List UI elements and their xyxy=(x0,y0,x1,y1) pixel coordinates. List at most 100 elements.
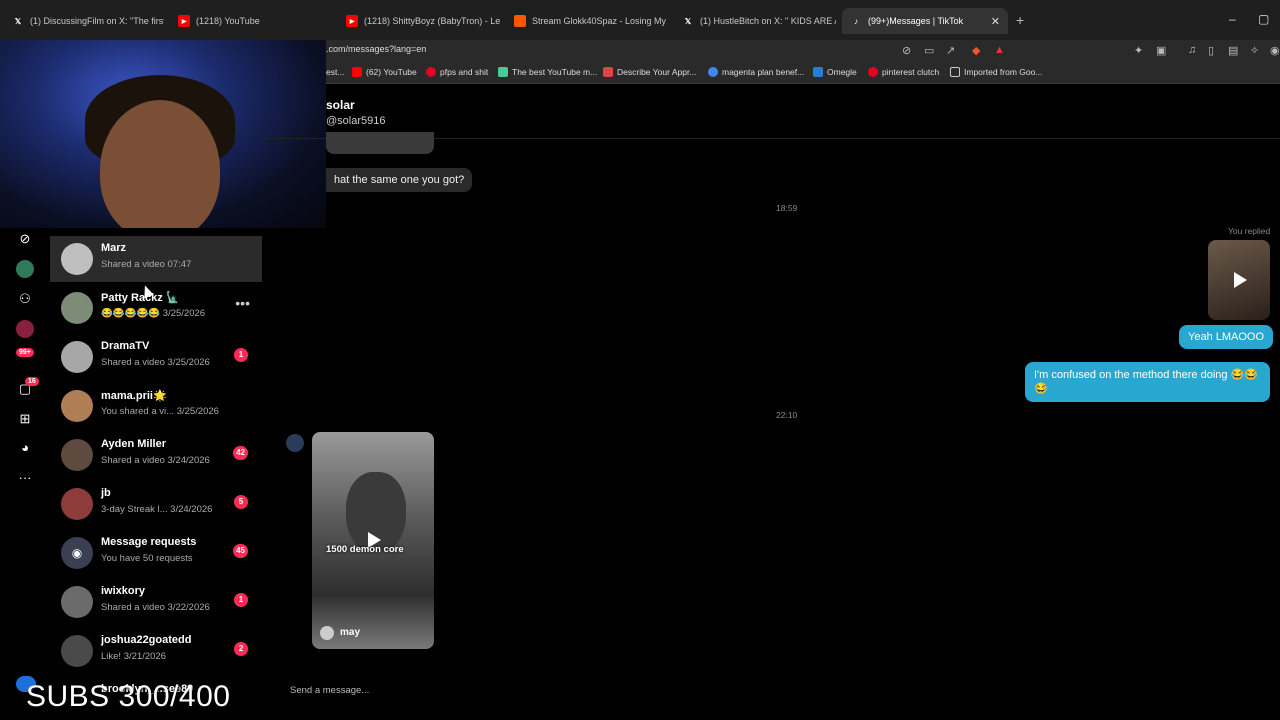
explore-icon[interactable]: ⊘ xyxy=(16,230,34,248)
message-bubble-incoming: hat the same one you got? xyxy=(326,168,473,192)
avatar xyxy=(61,488,93,520)
sender-avatar[interactable] xyxy=(286,434,304,452)
youtube-icon xyxy=(352,67,362,77)
browser-tab[interactable]: ▶ (1218) YouTube xyxy=(170,8,335,34)
x-icon: 𝕏 xyxy=(14,16,22,26)
profile-icon[interactable]: ◕ xyxy=(16,438,34,456)
message-input[interactable] xyxy=(278,678,1272,702)
conversation-name: DramaTV xyxy=(101,340,150,352)
x-icon: 𝕏 xyxy=(684,16,692,26)
omegle-icon xyxy=(813,67,823,77)
you-replied-label: You replied xyxy=(1228,226,1271,236)
bookmark-item[interactable]: pfps and shit xyxy=(426,67,488,77)
brave-shield-icon[interactable]: ◆ xyxy=(972,44,980,57)
tiktok-icon: ♪ xyxy=(854,16,858,26)
conversation-preview: You shared a vi... 3/25/2026 xyxy=(101,406,219,417)
more-options-icon[interactable]: ••• xyxy=(235,295,250,311)
conversation-name: mama.prii🌟 xyxy=(101,390,167,402)
conversation-preview: Shared a video 07:47 xyxy=(101,259,192,270)
bookmark-item[interactable]: Omegle xyxy=(813,67,857,77)
tab-title: Stream Glokk40Spaz - Losing My Fait xyxy=(532,16,668,26)
message-requests-icon: ◉ xyxy=(61,537,93,569)
profile-icon[interactable]: ◉ xyxy=(1270,44,1280,57)
conversation-item[interactable]: Ayden Miller Shared a video 3/24/2026 42 xyxy=(50,432,262,478)
avatar xyxy=(61,292,93,324)
share-icon[interactable]: ↗ xyxy=(946,44,955,57)
bookmark-item[interactable]: (62) YouTube xyxy=(352,67,417,77)
browser-tab[interactable]: 𝕏 (1) HustleBitch on X: " KIDS ARE A xyxy=(674,8,836,34)
avatar-icon[interactable] xyxy=(16,260,34,278)
bookmark-favicon xyxy=(498,67,508,77)
google-icon xyxy=(708,67,718,77)
maximize-icon[interactable]: ▢ xyxy=(1258,12,1269,26)
replied-video-thumbnail[interactable] xyxy=(1208,240,1270,320)
conversation-item[interactable]: iwixkory Shared a video 3/22/2026 1 xyxy=(50,579,262,625)
unread-badge: 42 xyxy=(233,446,248,460)
conversation-name: iwixkory xyxy=(101,585,146,597)
tab-title: (1218) YouTube xyxy=(196,16,260,26)
conversation-name: Ayden Miller xyxy=(101,438,166,450)
conversation-item[interactable]: Patty Rackz 🗽 😂😂😂😂😂 3/25/2026 ••• xyxy=(50,285,262,331)
live-avatar-icon[interactable] xyxy=(16,320,34,338)
no-tracking-icon[interactable]: ⊘ xyxy=(902,44,911,57)
folder-icon xyxy=(950,67,960,77)
bookmark-item[interactable]: The best YouTube m... xyxy=(498,67,597,77)
browser-tab[interactable]: 𝕏 (1) DiscussingFilm on X: "The first tr… xyxy=(4,8,164,34)
unread-badge: 1 xyxy=(234,348,248,362)
screenshot-icon[interactable]: ▣ xyxy=(1156,44,1166,57)
conversation-name: Message requests xyxy=(101,536,197,548)
avatar xyxy=(61,243,93,275)
avatar xyxy=(61,586,93,618)
shared-video-card[interactable]: 1500 demon core may xyxy=(312,432,434,649)
conversation-name: jb xyxy=(101,487,111,499)
browser-tab-active[interactable]: ♪ (99+)Messages | TikTok ✕ xyxy=(842,8,1008,34)
more-icon[interactable]: ··· xyxy=(16,468,34,486)
webcam-overlay xyxy=(0,40,326,228)
extensions-icon[interactable]: ✦ xyxy=(1134,44,1143,57)
conversation-item[interactable]: mama.prii🌟 You shared a vi... 3/25/2026 xyxy=(50,383,262,429)
url-field[interactable]: .com/messages?lang=en xyxy=(326,44,426,54)
inbox-badge: 99+ xyxy=(16,348,34,357)
following-icon[interactable]: ⚇ xyxy=(16,290,34,308)
bookmark-folder[interactable]: Imported from Goo... xyxy=(950,67,1042,77)
browser-tab[interactable]: ▶ (1218) ShittyBoyz (BabyTron) - LeTron xyxy=(338,8,500,34)
conversation-preview: Shared a video 3/22/2026 xyxy=(101,602,210,613)
pinterest-icon xyxy=(426,67,436,77)
video-author: may xyxy=(340,627,361,638)
wallet-icon[interactable]: ▤ xyxy=(1228,44,1238,57)
conversation-item[interactable]: joshua22goatedd Like! 3/21/2026 2 xyxy=(50,628,262,674)
browser-tab[interactable]: Stream Glokk40Spaz - Losing My Fait xyxy=(506,8,668,34)
brave-rewards-icon[interactable]: ▲ xyxy=(994,44,1005,56)
browser-tab-bar: 𝕏 (1) DiscussingFilm on X: "The first tr… xyxy=(0,0,1280,40)
music-icon[interactable]: ♫ xyxy=(1188,44,1196,56)
video-author-avatar xyxy=(320,626,334,640)
conversation-list: Marz Shared a video 07:47 Patty Rackz 🗽 … xyxy=(50,228,262,708)
bookmark-item[interactable]: magenta plan benef... xyxy=(708,67,804,77)
youtube-icon: ▶ xyxy=(346,15,358,27)
conversation-name: joshua22goatedd xyxy=(101,634,192,646)
close-tab-icon[interactable]: ✕ xyxy=(991,15,1000,28)
webcam-person xyxy=(100,100,220,228)
unread-badge: 2 xyxy=(234,642,248,656)
bookmark-item[interactable]: est... xyxy=(326,67,344,77)
conversation-item[interactable]: jb 3-day Streak l... 3/24/2026 5 xyxy=(50,481,262,527)
pinterest-icon xyxy=(868,67,878,77)
bookmark-item[interactable]: pinterest clutch xyxy=(868,67,939,77)
message-requests-item[interactable]: ◉ Message requests You have 50 requests … xyxy=(50,530,262,576)
minimize-icon[interactable]: – xyxy=(1229,12,1236,26)
message-bubble-outgoing: I'm confused on the method there doing 😂… xyxy=(1025,362,1270,402)
bookmark-item[interactable]: Describe Your Appr... xyxy=(603,67,696,77)
tab-title: (1218) ShittyBoyz (BabyTron) - LeTron xyxy=(364,16,500,26)
soundcloud-icon xyxy=(514,15,526,27)
conversation-item[interactable]: Marz Shared a video 07:47 xyxy=(50,236,262,282)
conversation-item[interactable]: DramaTV Shared a video 3/25/2026 1 xyxy=(50,334,262,380)
leo-icon[interactable]: ✧ xyxy=(1250,44,1259,57)
sidebar-icon[interactable]: ▯ xyxy=(1208,44,1214,57)
shared-media-bubble[interactable] xyxy=(326,132,434,154)
upload-icon[interactable]: ⊞ xyxy=(16,410,34,428)
unread-badge: 1 xyxy=(234,593,248,607)
cast-icon[interactable]: ▭ xyxy=(924,44,934,57)
play-icon xyxy=(1234,272,1247,288)
chat-name[interactable]: solar xyxy=(326,98,355,112)
new-tab-icon[interactable]: + xyxy=(1016,12,1024,28)
